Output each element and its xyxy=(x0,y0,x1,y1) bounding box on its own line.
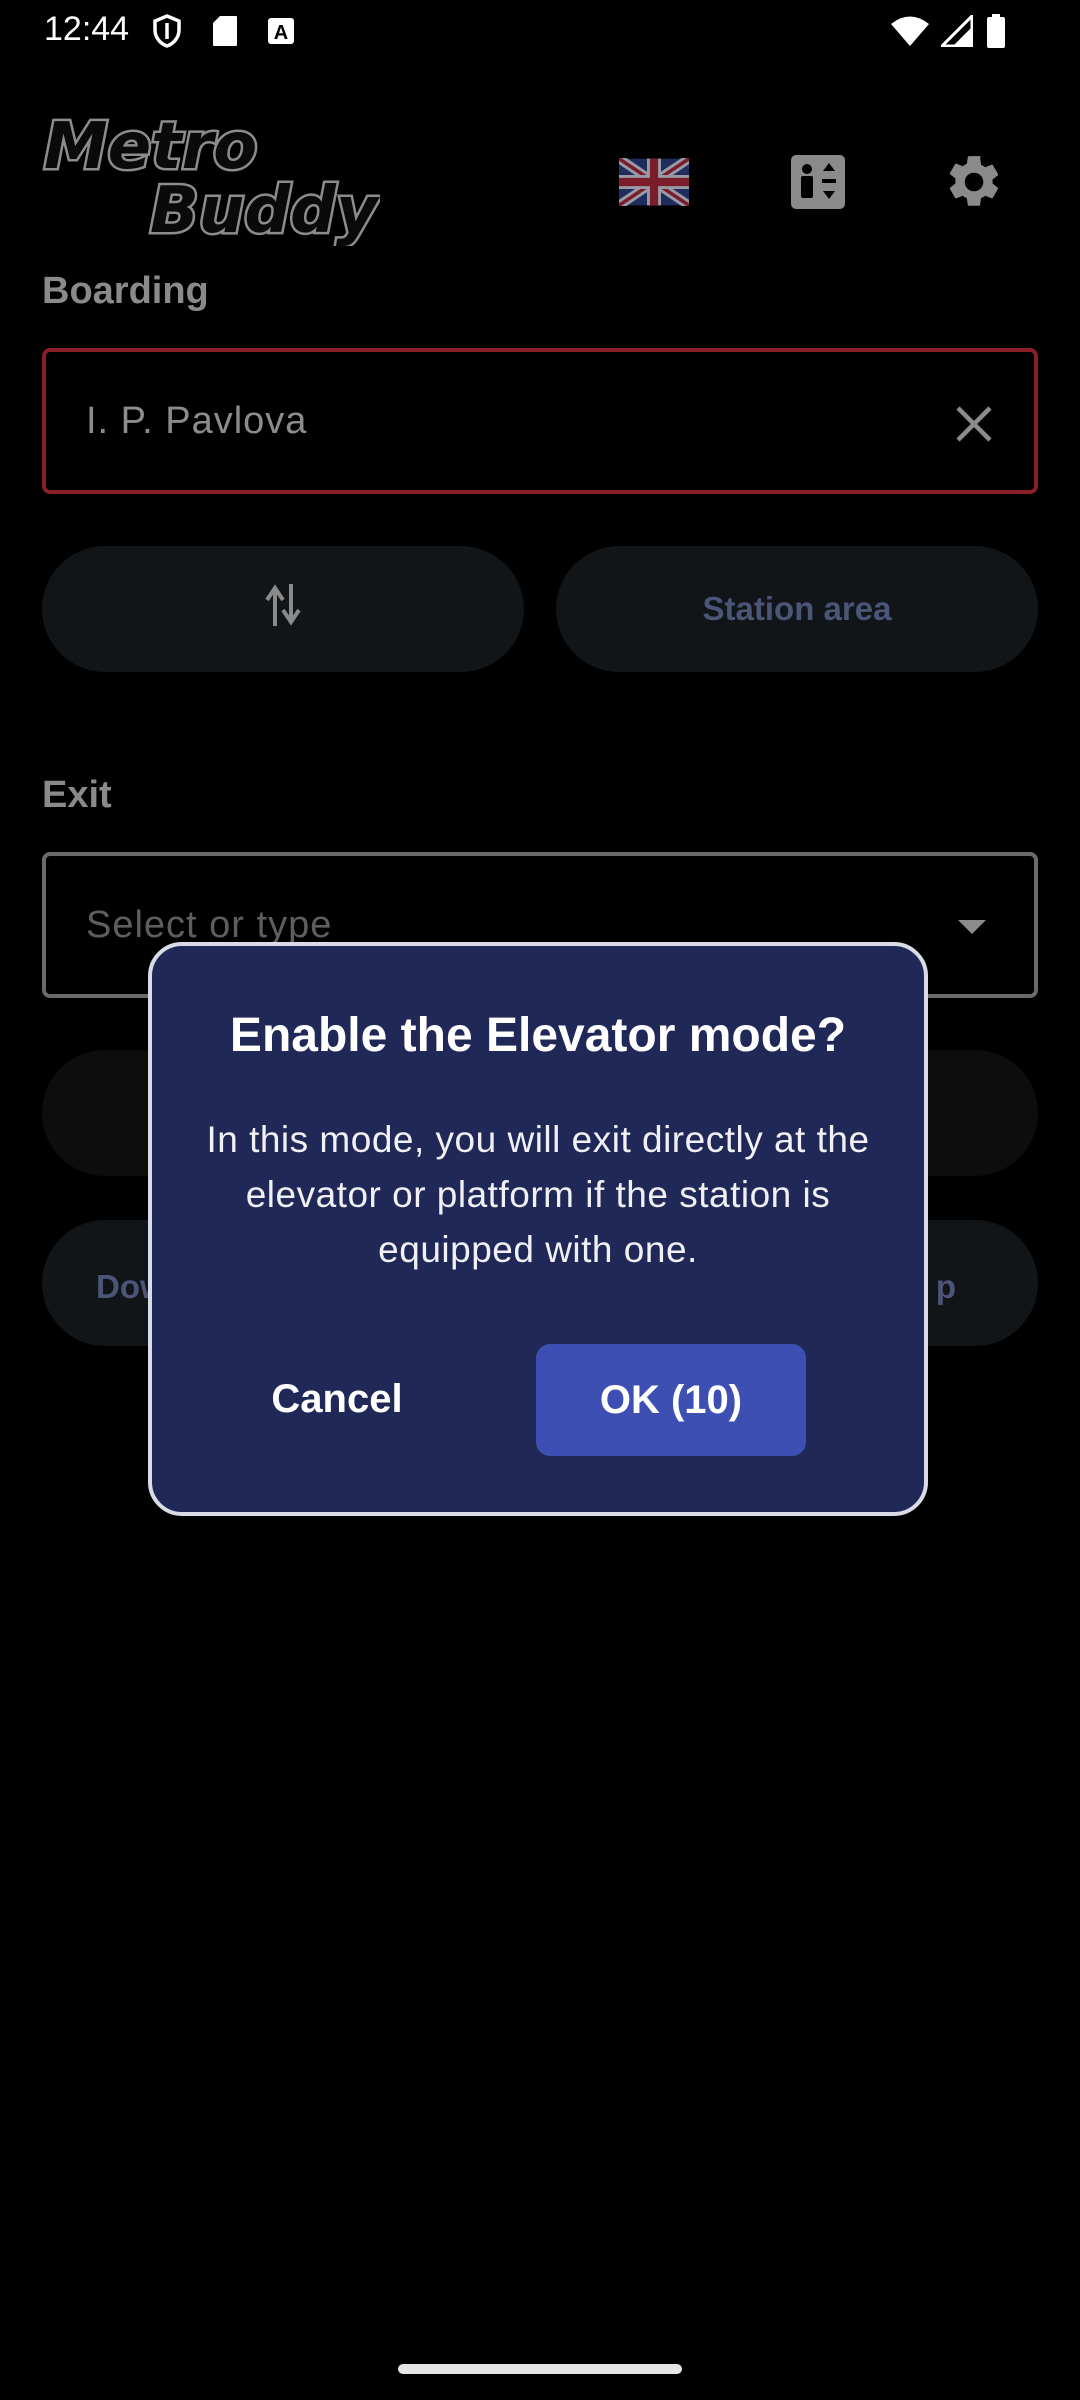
wifi-icon xyxy=(890,14,930,48)
font-a-icon: A xyxy=(266,14,296,48)
status-bar: 12:44 A xyxy=(0,0,1080,64)
elevator-icon[interactable] xyxy=(778,142,858,222)
svg-text:Metro: Metro xyxy=(44,110,257,184)
gear-icon[interactable] xyxy=(934,142,1014,222)
boarding-input-value: I. P. Pavlova xyxy=(86,399,308,442)
svg-text:Buddy: Buddy xyxy=(150,174,380,246)
uk-flag-icon[interactable] xyxy=(614,142,694,222)
battery-icon xyxy=(984,14,1008,48)
cancel-button[interactable]: Cancel xyxy=(222,1344,452,1454)
ok-button[interactable]: OK (10) xyxy=(536,1344,806,1456)
shield-icon xyxy=(150,14,184,48)
status-time: 12:44 xyxy=(44,10,130,48)
signal-icon xyxy=(940,14,974,48)
sd-card-icon xyxy=(210,14,240,48)
exit-label: Exit xyxy=(42,774,112,816)
svg-text:A: A xyxy=(274,22,288,44)
close-icon[interactable] xyxy=(944,394,1004,454)
swap-button[interactable] xyxy=(42,546,524,672)
map-button-label: p xyxy=(935,1268,956,1305)
swap-vertical-icon xyxy=(265,582,301,636)
elevator-mode-dialog: Enable the Elevator mode? In this mode, … xyxy=(148,942,928,1516)
dialog-title: Enable the Elevator mode? xyxy=(229,1009,847,1062)
caret-down-icon[interactable] xyxy=(956,918,992,942)
station-area-button[interactable]: Station area xyxy=(556,546,1038,672)
exit-placeholder: Select or type xyxy=(86,903,333,946)
app-logo: Metro Buddy xyxy=(40,106,383,251)
boarding-label: Boarding xyxy=(42,270,209,312)
dialog-body: In this mode, you will exit directly at … xyxy=(206,1119,870,1270)
boarding-input[interactable]: I. P. Pavlova xyxy=(42,348,1038,494)
home-indicator[interactable] xyxy=(398,2364,682,2374)
